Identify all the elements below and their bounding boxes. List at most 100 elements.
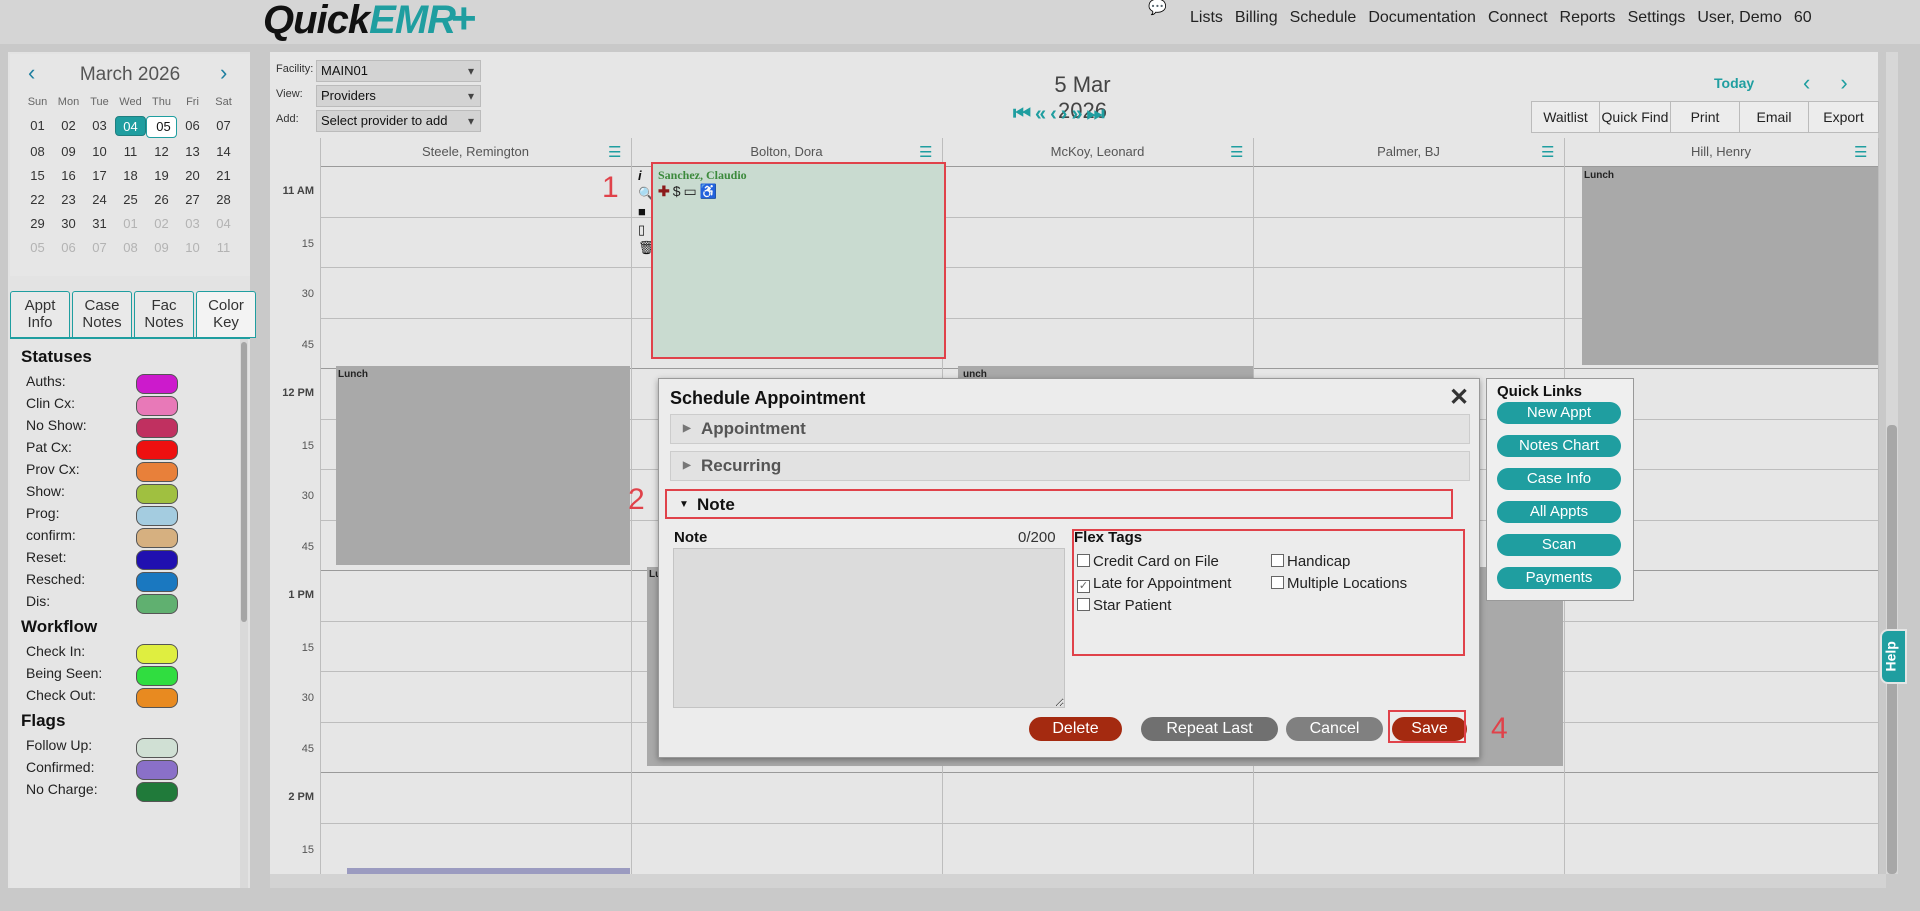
calendar-day[interactable]: 13 xyxy=(177,142,208,162)
calendar-day[interactable]: 01 xyxy=(115,214,146,234)
calendar-day[interactable]: 20 xyxy=(177,166,208,186)
lunch-block[interactable] xyxy=(1582,167,1878,365)
calendar-day[interactable]: 17 xyxy=(84,166,115,186)
section-appointment[interactable]: ▶ Appointment xyxy=(670,414,1470,444)
calendar-day[interactable]: 04 xyxy=(208,214,239,234)
quick-find-button[interactable]: Quick Find xyxy=(1600,102,1671,132)
help-tab[interactable]: Help xyxy=(1880,629,1907,684)
prev-icon[interactable]: ‹ xyxy=(1803,70,1810,96)
calendar-day[interactable]: 07 xyxy=(208,116,239,136)
flex-tag-multiple-locations[interactable]: Multiple Locations xyxy=(1271,575,1407,592)
calendar-day[interactable]: 21 xyxy=(208,166,239,186)
calendar-day[interactable]: 24 xyxy=(84,190,115,210)
print-button[interactable]: Print xyxy=(1671,102,1740,132)
calendar-day[interactable]: 10 xyxy=(177,238,208,258)
quick-link-new-appt[interactable]: New Appt xyxy=(1497,402,1621,424)
horizontal-scrollbar[interactable] xyxy=(270,874,1886,888)
calendar-day[interactable]: 08 xyxy=(22,142,53,162)
tab-appt-info[interactable]: Appt Info xyxy=(10,291,70,338)
waitlist-button[interactable]: Waitlist xyxy=(1532,102,1600,132)
tab-color-key[interactable]: Color Key xyxy=(196,291,256,338)
calendar-day[interactable]: 06 xyxy=(53,238,84,258)
nav-billing[interactable]: Billing xyxy=(1235,9,1278,27)
calendar-day[interactable]: 12 xyxy=(146,142,177,162)
calendar-day[interactable]: 30 xyxy=(53,214,84,234)
hamburger-icon[interactable]: ☰ xyxy=(1854,143,1867,161)
today-link[interactable]: Today xyxy=(1714,75,1754,91)
quick-link-scan[interactable]: Scan xyxy=(1497,534,1621,556)
close-icon[interactable]: ✕ xyxy=(1449,383,1469,412)
calendar-day[interactable]: 08 xyxy=(115,238,146,258)
fast-forward-icon[interactable]: » xyxy=(1071,103,1082,126)
quick-link-case-info[interactable]: Case Info xyxy=(1497,468,1621,490)
calendar-day[interactable]: 03 xyxy=(177,214,208,234)
hamburger-icon[interactable]: ☰ xyxy=(1230,143,1243,161)
next-month-icon[interactable]: › xyxy=(220,60,227,86)
quick-link-notes-chart[interactable]: Notes Chart xyxy=(1497,435,1621,457)
checkbox[interactable] xyxy=(1271,554,1284,567)
fast-back-icon[interactable]: « xyxy=(1035,103,1046,126)
calendar-day[interactable]: 27 xyxy=(177,190,208,210)
repeat-last-button[interactable]: Repeat Last xyxy=(1141,717,1278,741)
nav-user[interactable]: User, Demo xyxy=(1697,9,1781,27)
checkbox-checked[interactable]: ✓ xyxy=(1077,580,1090,593)
export-button[interactable]: Export xyxy=(1809,102,1878,132)
calendar-day[interactable]: 03 xyxy=(84,116,115,136)
calendar-day[interactable]: 29 xyxy=(22,214,53,234)
calendar-day[interactable]: 09 xyxy=(53,142,84,162)
calendar-day[interactable]: 06 xyxy=(177,116,208,136)
calendar-day[interactable]: 22 xyxy=(22,190,53,210)
calendar-day[interactable]: 16 xyxy=(53,166,84,186)
color-key-scroll-thumb[interactable] xyxy=(241,342,247,622)
checkbox[interactable] xyxy=(1077,598,1090,611)
chat-icon[interactable]: 💬 xyxy=(1148,0,1167,16)
section-note[interactable]: ▼ Note xyxy=(665,489,1453,519)
calendar-day[interactable]: 04 xyxy=(115,116,146,136)
cancel-button[interactable]: Cancel xyxy=(1286,717,1383,741)
calendar-day[interactable]: 25 xyxy=(115,190,146,210)
calendar-day[interactable]: 19 xyxy=(146,166,177,186)
appointment-patient-name[interactable]: Sanchez, Claudio xyxy=(658,168,747,183)
nav-settings[interactable]: Settings xyxy=(1628,9,1686,27)
calendar-day[interactable]: 02 xyxy=(53,116,84,136)
calendar-day[interactable]: 02 xyxy=(146,214,177,234)
hamburger-icon[interactable]: ☰ xyxy=(608,143,621,161)
calendar-day[interactable]: 26 xyxy=(146,190,177,210)
checkbox[interactable] xyxy=(1271,576,1284,589)
calendar-day[interactable]: 31 xyxy=(84,214,115,234)
section-recurring[interactable]: ▶ Recurring xyxy=(670,451,1470,481)
next-icon[interactable]: › xyxy=(1840,70,1847,96)
delete-button[interactable]: Delete xyxy=(1029,717,1122,741)
nav-schedule[interactable]: Schedule xyxy=(1290,9,1357,27)
tab-fac-notes[interactable]: Fac Notes xyxy=(134,291,194,338)
nav-documentation[interactable]: Documentation xyxy=(1368,9,1476,27)
lunch-block[interactable] xyxy=(336,366,630,565)
calendar-day[interactable]: 11 xyxy=(115,142,146,162)
quick-link-all-appts[interactable]: All Appts xyxy=(1497,501,1621,523)
calendar-day[interactable]: 23 xyxy=(53,190,84,210)
view-select[interactable]: Providers ▾ xyxy=(316,85,481,107)
nav-reports[interactable]: Reports xyxy=(1560,9,1616,27)
tab-case-notes[interactable]: Case Notes xyxy=(72,291,132,338)
flex-tag-credit-card[interactable]: Credit Card on File xyxy=(1077,553,1219,570)
calendar-day[interactable]: 05 xyxy=(22,238,53,258)
calendar-day[interactable]: 28 xyxy=(208,190,239,210)
calendar-day[interactable]: 18 xyxy=(115,166,146,186)
nav-connect[interactable]: Connect xyxy=(1488,9,1548,27)
calendar-day[interactable]: 15 xyxy=(22,166,53,186)
forward-icon[interactable]: › xyxy=(1061,103,1068,126)
calendar-day[interactable]: 01 xyxy=(22,116,53,136)
calendar-day[interactable]: 09 xyxy=(146,238,177,258)
quick-link-payments[interactable]: Payments xyxy=(1497,567,1621,589)
first-icon[interactable]: ⏮ xyxy=(1013,103,1031,126)
calendar-day[interactable]: 11 xyxy=(208,238,239,258)
hamburger-icon[interactable]: ☰ xyxy=(919,143,932,161)
flex-tag-star-patient[interactable]: Star Patient xyxy=(1077,597,1171,614)
app-logo[interactable]: QuickEMR+ xyxy=(263,0,477,44)
last-icon[interactable]: ⏭ xyxy=(1087,103,1105,126)
add-provider-select[interactable]: Select provider to add ▾ xyxy=(316,110,481,132)
calendar-day[interactable]: 14 xyxy=(208,142,239,162)
flex-tag-late[interactable]: ✓ Late for Appointment xyxy=(1077,575,1231,593)
email-button[interactable]: Email xyxy=(1740,102,1809,132)
facility-select[interactable]: MAIN01 ▾ xyxy=(316,60,481,82)
